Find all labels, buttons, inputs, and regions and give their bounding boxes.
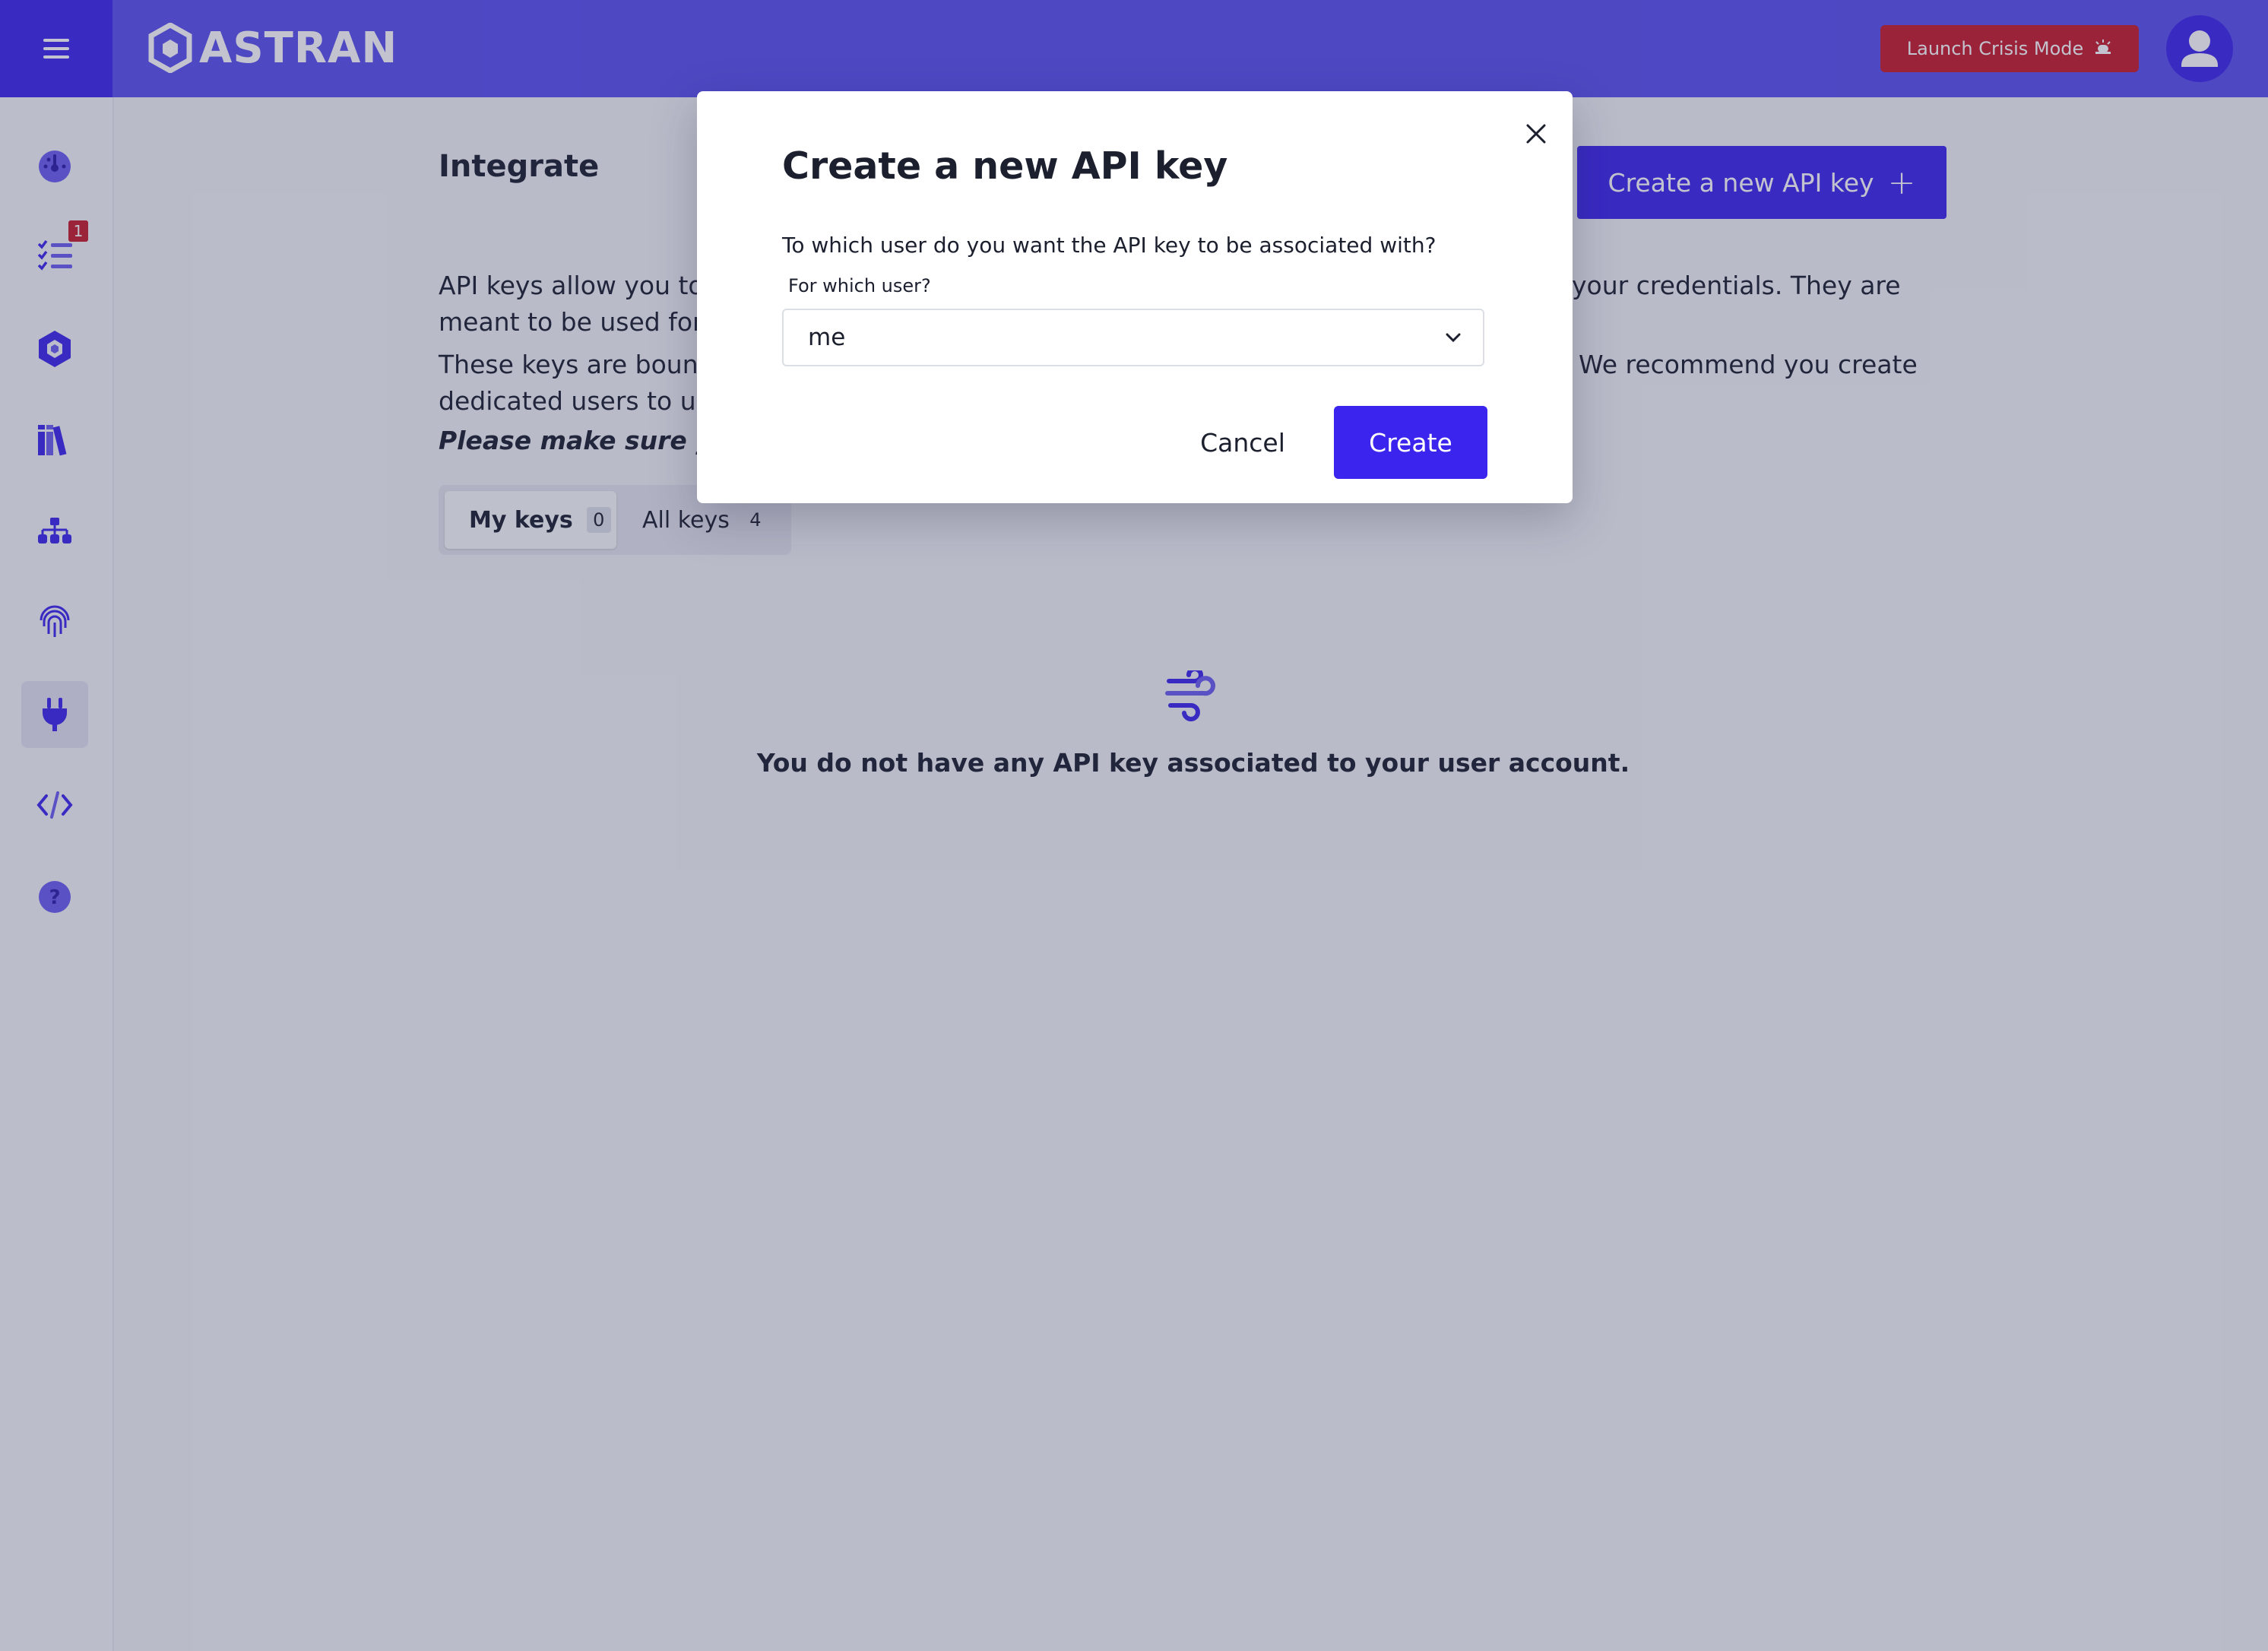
create-button[interactable]: Create [1334,406,1487,479]
user-select-value: me [808,324,846,351]
user-field-label: For which user? [788,275,931,296]
close-icon [1526,124,1546,144]
dialog-title: Create a new API key [782,144,1228,188]
cancel-button[interactable]: Cancel [1164,406,1322,479]
user-select[interactable]: me [782,309,1484,366]
dialog-question: To which user do you want the API key to… [782,233,1437,258]
close-button[interactable] [1518,116,1554,152]
chevron-down-icon [1446,333,1461,343]
